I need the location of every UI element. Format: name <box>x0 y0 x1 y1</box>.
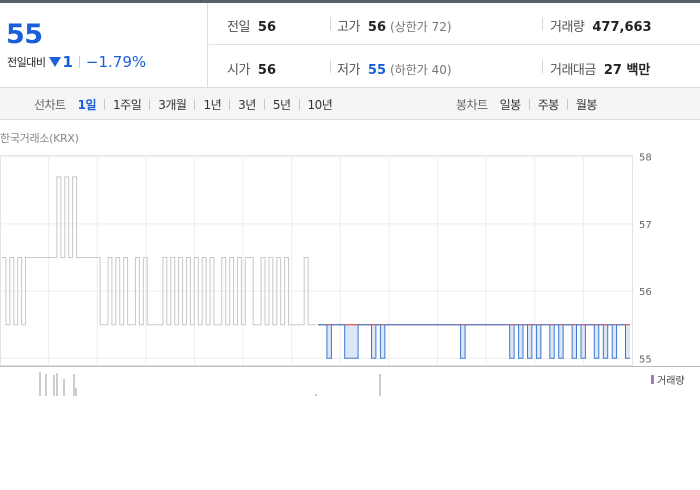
y-tick-label: 55 <box>639 354 652 365</box>
tab-3year[interactable]: 3년 <box>236 96 258 113</box>
tab-1week[interactable]: 1주일 <box>111 96 143 113</box>
y-tick-label: 56 <box>639 287 652 298</box>
current-price: 55 <box>6 19 43 50</box>
amount-label: 거래대금 <box>550 63 596 78</box>
trading-amount: 거래대금 27 백만 <box>550 59 650 78</box>
low-value: 55 <box>367 63 387 78</box>
tab-monthly-candle[interactable]: 월봉 <box>574 96 599 113</box>
divider <box>263 98 265 110</box>
prev-close-label: 전일 <box>227 20 250 35</box>
divider <box>330 17 331 30</box>
tab-1year[interactable]: 1년 <box>201 96 223 113</box>
line-chart-tabs: 선차트 1일 1주일 3개월 1년 3년 5년 10년 <box>34 88 334 120</box>
divider <box>542 17 543 30</box>
low-price: 저가 55 (하한가 40) <box>337 59 452 78</box>
upper-limit: (상한가 72) <box>390 20 452 34</box>
stats-row-2: 시가 56 저가 55 (하한가 40) 거래대금 27 백만 <box>209 46 700 88</box>
tab-weekly-candle[interactable]: 주봉 <box>536 96 561 113</box>
change-value: 1 <box>62 53 73 71</box>
volume: 거래량 477,663 <box>550 16 652 35</box>
exchange-label: 한국거래소(KRX) <box>0 132 79 145</box>
tab-3month[interactable]: 3개월 <box>156 96 188 113</box>
divider <box>330 60 331 73</box>
high-price: 고가 56 (상한가 72) <box>337 16 452 35</box>
high-label: 고가 <box>337 20 360 35</box>
candle-chart-tabs: 봉차트 일봉 주봉 월봉 <box>456 88 599 120</box>
prev-close-value: 56 <box>257 20 277 35</box>
open-price: 시가 56 <box>227 59 276 78</box>
divider <box>566 98 568 110</box>
down-arrow-icon <box>49 57 62 67</box>
divider <box>194 98 196 110</box>
candle-chart-label: 봉차트 <box>456 97 488 112</box>
high-value: 56 <box>367 20 387 35</box>
change-rate: −1.79% <box>85 53 147 71</box>
line-chart-label: 선차트 <box>34 97 66 112</box>
tab-5year[interactable]: 5년 <box>271 96 293 113</box>
divider <box>542 60 543 73</box>
volume-legend: 거래량 <box>651 372 685 387</box>
divider <box>149 98 151 110</box>
change-label: 전일대비 <box>7 56 46 69</box>
divider <box>298 98 300 110</box>
price-summary: 55 전일대비 1 −1.79% 전일 56 고가 56 (상한가 72) 거래… <box>0 3 700 88</box>
price-chart-svg: 58 57 56 55 <box>0 153 700 396</box>
amount-value: 27 백만 <box>603 63 651 78</box>
volume-legend-label: 거래량 <box>657 376 685 387</box>
current-price-box: 55 전일대비 1 −1.79% <box>0 3 208 88</box>
divider <box>528 98 530 110</box>
divider <box>104 98 106 110</box>
stats-row-1: 전일 56 고가 56 (상한가 72) 거래량 477,663 <box>209 3 700 45</box>
tab-1day[interactable]: 1일 <box>76 96 98 113</box>
volume-legend-swatch <box>651 375 654 384</box>
price-change: 전일대비 1 −1.79% <box>7 53 146 71</box>
open-value: 56 <box>257 63 277 78</box>
y-tick-label: 57 <box>639 220 652 231</box>
chart-tabs-bar: 선차트 1일 1주일 3개월 1년 3년 5년 10년 봉차트 일봉 주봉 월봉 <box>0 88 700 120</box>
volume-value: 477,663 <box>592 20 652 35</box>
price-chart: 58 57 56 55 <box>0 150 700 396</box>
series-area-today <box>318 324 630 359</box>
low-label: 저가 <box>337 63 360 78</box>
y-tick-label: 58 <box>639 153 652 164</box>
open-label: 시가 <box>227 63 250 78</box>
lower-limit: (하한가 40) <box>390 63 452 77</box>
volume-label: 거래량 <box>550 20 585 35</box>
divider <box>78 56 80 68</box>
tab-10year[interactable]: 10년 <box>306 96 335 113</box>
prev-close: 전일 56 <box>227 16 276 35</box>
divider <box>229 98 231 110</box>
tab-daily-candle[interactable]: 일봉 <box>498 96 523 113</box>
